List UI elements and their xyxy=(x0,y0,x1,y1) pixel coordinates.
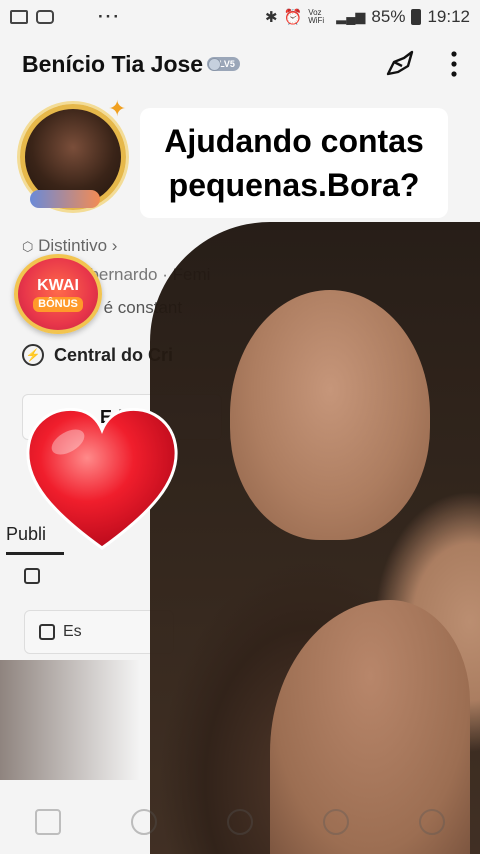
chevron-right-icon: › xyxy=(111,236,118,255)
kwai-bonus-line-1: KWAI xyxy=(37,276,79,294)
kwai-bonus-badge[interactable]: KWAI BÔNUS xyxy=(14,254,102,334)
gallery-icon xyxy=(10,10,28,24)
signal-icon: ▂▄▆ xyxy=(336,9,366,24)
youtube-icon xyxy=(36,10,54,24)
alarm-icon: ⏰ xyxy=(283,9,303,26)
home-icon[interactable] xyxy=(35,809,61,835)
portrait-face xyxy=(230,290,430,540)
kwai-bonus-line-2: BÔNUS xyxy=(33,296,83,312)
video-icon xyxy=(24,568,40,584)
promo-caption: Ajudando contas pequenas.Bora? xyxy=(140,108,448,218)
messages-icon[interactable] xyxy=(323,809,349,835)
status-right: ✱ ⏰ Voz WiFi ▂▄▆ 85% 19:12 xyxy=(265,7,470,27)
profile-name: Benício Tia Jose xyxy=(22,50,204,77)
status-bar: ··· ✱ ⏰ Voz WiFi ▂▄▆ 85% 19:12 xyxy=(0,0,480,34)
promo-line-2: pequenas.Bora? xyxy=(168,167,420,203)
battery-icon xyxy=(411,9,422,25)
heart-icon xyxy=(26,407,178,550)
battery-percent: 85% xyxy=(371,7,406,26)
discover-icon[interactable] xyxy=(131,809,157,835)
photo-edge-shadow xyxy=(0,660,140,780)
gallery-icon xyxy=(39,624,55,640)
bottom-navigation xyxy=(0,790,480,854)
profile-header: Benício Tia Jose LV5 xyxy=(0,40,480,88)
promo-line-1: Ajudando contas xyxy=(164,123,424,159)
share-icon[interactable] xyxy=(384,48,416,80)
bolt-icon: ⚡ xyxy=(22,344,44,366)
distinctive-link[interactable]: ⬡ Distintivo › xyxy=(22,236,117,256)
level-badge[interactable]: LV5 xyxy=(207,57,240,71)
drafts-row[interactable] xyxy=(24,568,40,584)
overflow-icon: ··· xyxy=(98,7,121,26)
hexagon-icon: ⬡ xyxy=(22,239,34,254)
profile-icon[interactable] xyxy=(419,809,445,835)
header-actions xyxy=(384,48,458,80)
distinctive-label: Distintivo xyxy=(38,236,108,255)
more-options-icon[interactable] xyxy=(450,50,458,78)
bluetooth-icon: ✱ xyxy=(264,9,278,26)
avatar-frame-decoration xyxy=(30,190,100,208)
network-label: Voz WiFi xyxy=(308,8,325,25)
status-left: ··· xyxy=(10,7,121,27)
add-icon[interactable] xyxy=(227,809,253,835)
clock: 19:12 xyxy=(427,7,470,26)
promo-text: Ajudando contas pequenas.Bora? xyxy=(164,119,424,207)
explore-label: Es xyxy=(63,623,82,640)
star-icon: ✦ xyxy=(108,96,127,121)
